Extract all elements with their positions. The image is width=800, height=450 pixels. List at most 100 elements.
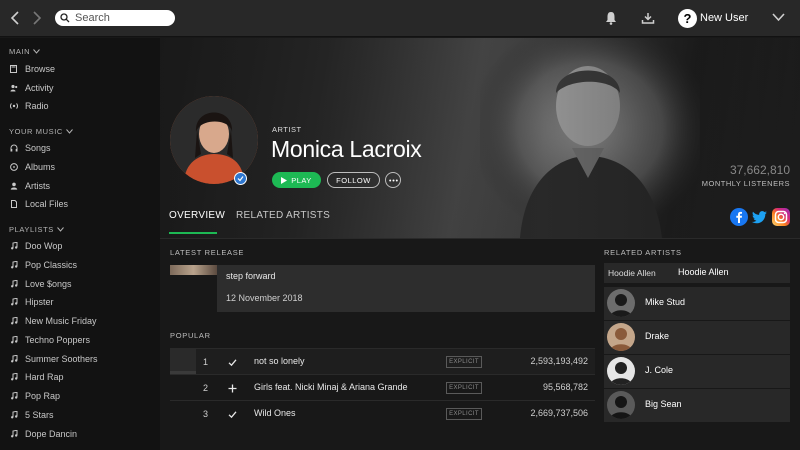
instagram-link[interactable] [772,208,790,226]
sidebar-playlist-item[interactable]: Summer Soothers [9,351,157,367]
sidebar-playlist-item[interactable]: Doo Wop [9,238,157,254]
sidebar-item-label: Pop Rap [25,391,61,401]
listeners-label: MONTHLY LISTENERS [701,179,790,188]
tab-related-artists[interactable]: RELATED ARTISTS [236,210,330,221]
sidebar-item-albums[interactable]: Albums [9,159,157,175]
sidebar-playlist-item[interactable]: Dope Dancin [9,426,157,442]
sidebar-playlist-item[interactable]: Pop Classics [9,257,157,273]
sidebar-item-activity[interactable]: Activity [9,80,157,96]
music-note-icon [9,335,18,344]
music-note-icon [9,298,18,307]
sidebar-item-local-files[interactable]: Local Files [9,196,157,212]
browse-icon [9,65,18,74]
sidebar-item-label: Dope Dancin [25,428,78,439]
sidebar-playlist-item[interactable]: Hipster [9,294,157,310]
sidebar-playlist-item[interactable]: Hard Rap [9,369,157,385]
related-artist-photo [607,357,635,385]
release-cover[interactable] [170,265,217,275]
sidebar-playlist-item[interactable]: Techno Poppers [9,332,157,348]
sidebar-item-radio[interactable]: Radio [9,98,157,114]
tab-overview[interactable]: OVERVIEW [169,210,225,221]
sidebar-item-label: Activity [25,83,54,93]
more-options-button[interactable] [385,172,401,188]
sidebar-item-label: Radio [25,101,49,111]
track-cover [170,349,196,375]
related-artist-name: Mike Stud [645,297,686,307]
file-icon [9,200,18,209]
sidebar-item-label: Hard Rap [25,372,64,383]
twitter-link[interactable] [751,208,769,226]
verified-badge [234,172,247,185]
track-row[interactable]: 2 Girls feat. Nicki Minaj & Ariana Grande… [170,374,595,400]
explicit-badge: EXPLICIT [446,408,482,420]
music-note-icon [9,410,18,419]
sidebar: MAIN Browse Activity Radio YOUR MUSIC So… [0,38,160,450]
sidebar-item-label: Artists [25,181,51,191]
forward-button[interactable] [29,9,45,27]
artist-name: Monica Lacroix [271,136,422,162]
related-artist-photo [607,289,635,317]
sidebar-playlist-item[interactable]: Love $ongs [9,276,157,292]
release-date: 12 November 2018 [226,293,303,303]
bell-icon[interactable] [603,10,619,26]
sidebar-section-main[interactable]: MAIN [9,47,41,56]
latest-release-card[interactable]: step forward 12 November 2018 [217,265,595,312]
sidebar-item-label: Local Files [25,199,69,209]
chevron-left-icon [10,11,19,25]
sidebar-section-your-music[interactable]: YOUR MUSIC [9,127,73,136]
related-artist-item[interactable]: Drake [604,321,790,354]
music-note-icon [9,242,18,251]
saved-check-button[interactable] [226,408,238,420]
user-menu[interactable]: ? New User [678,8,748,28]
related-artist-name: J. Cole [645,365,674,375]
chevron-down-icon[interactable] [772,12,785,22]
search-icon [60,13,70,23]
add-to-library-button[interactable] [226,382,238,394]
sidebar-item-songs[interactable]: Songs [9,140,157,156]
follow-button[interactable]: FOLLOW [327,172,380,188]
headphones-icon [9,144,18,153]
track-row[interactable]: 3 Wild Ones EXPLICIT 2,669,737,506 [170,400,595,426]
sidebar-item-label: Doo Wop [25,241,63,251]
explicit-badge: EXPLICIT [446,356,482,368]
facebook-link[interactable] [730,208,748,226]
play-count: 2,593,193,492 [530,356,588,366]
related-artist-photo [607,391,635,419]
monthly-listeners: 37,662,810 MONTHLY LISTENERS [702,163,790,188]
artist-avatar [170,96,258,184]
download-icon[interactable] [640,10,656,26]
popular-heading: POPULAR [170,331,211,340]
play-count: 2,669,737,506 [530,408,588,418]
activity-icon [9,84,18,93]
sidebar-section-playlists[interactable]: PLAYLISTS [9,225,64,234]
latest-release-heading: LATEST RELEASE [170,248,245,257]
related-artist-item[interactable]: Mike Stud [604,287,790,320]
sidebar-playlist-item[interactable]: 5 Stars [9,407,157,423]
related-artist-item[interactable]: Hoodie Allen Hoodie Allen [604,263,790,283]
album-icon [9,163,18,172]
play-button[interactable]: PLAY [272,172,321,188]
back-button[interactable] [7,9,23,27]
sidebar-playlist-item[interactable]: New Music Friday [9,313,157,329]
search-input[interactable] [75,12,171,24]
track-title[interactable]: Girls feat. Nicki Minaj & Ariana Grande [254,382,408,392]
section-heading: MAIN [9,47,31,56]
sidebar-playlist-item[interactable]: Pop Rap [9,388,157,404]
follow-label: FOLLOW [336,175,371,185]
sidebar-item-browse[interactable]: Browse [9,61,157,77]
related-artist-item[interactable]: J. Cole [604,355,790,388]
music-note-icon [9,354,18,363]
related-artist-item[interactable]: Big Sean [604,389,790,422]
artist-kind-label: ARTIST [272,125,302,134]
sidebar-item-artists[interactable]: Artists [9,178,157,194]
sidebar-item-label: Albums [25,162,56,172]
track-title[interactable]: not so lonely [254,356,305,366]
saved-check-button[interactable] [226,356,238,368]
track-row[interactable]: 1 not so lonely EXPLICIT 2,593,193,492 [170,348,595,375]
music-note-icon [9,260,18,269]
user-name: New User [700,12,749,24]
track-title[interactable]: Wild Ones [254,408,296,418]
sidebar-item-label: 5 Stars [25,409,54,420]
sidebar-item-label: Love $ongs [25,278,72,289]
sidebar-item-label: New Music Friday [25,316,97,326]
